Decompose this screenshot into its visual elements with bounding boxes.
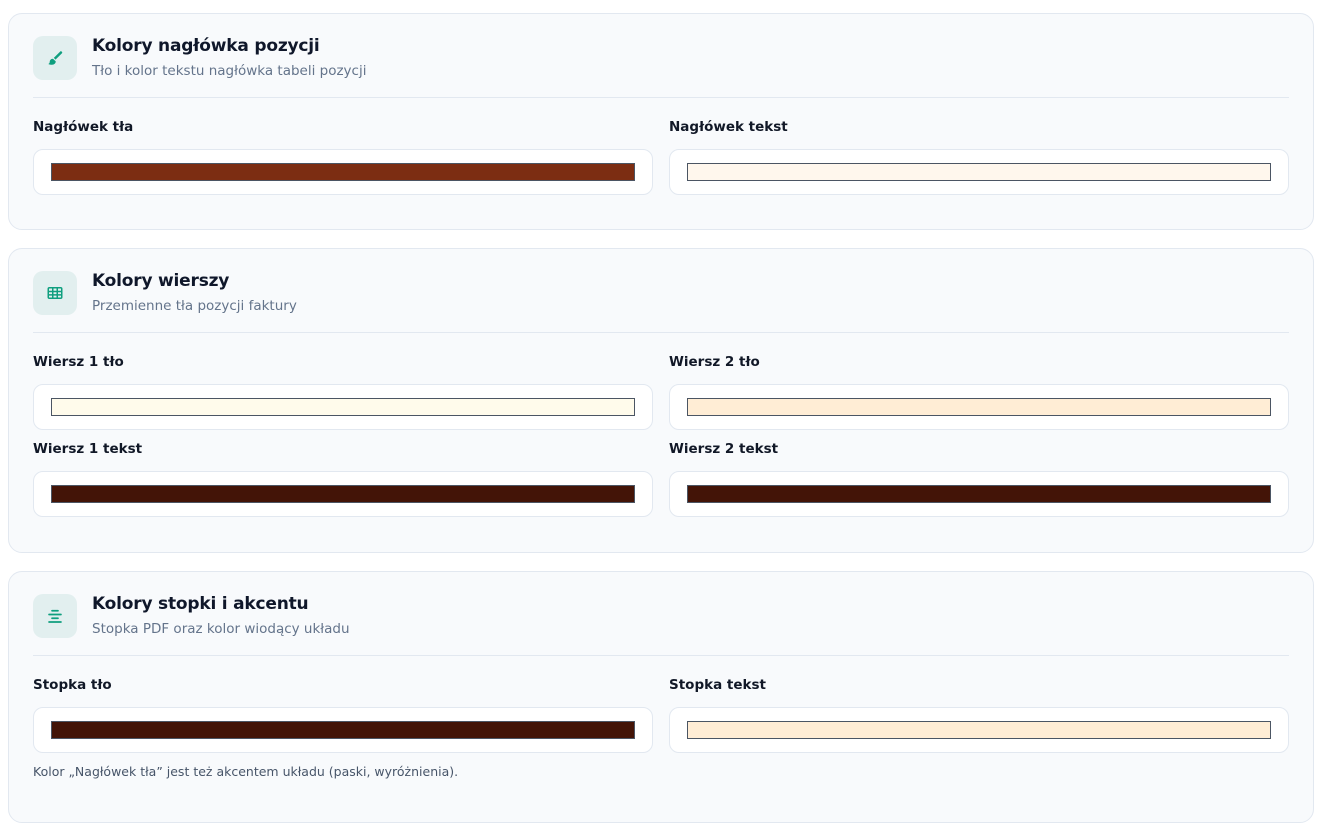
color-picker-naglowek-tekst[interactable] (669, 149, 1289, 195)
field-label: Nagłówek tła (33, 119, 134, 135)
color-swatch (51, 721, 635, 739)
section-title: Kolory nagłówka pozycji (92, 36, 320, 56)
paintbrush-icon (33, 36, 77, 80)
color-swatch (687, 485, 1271, 503)
field-label: Stopka tło (33, 677, 112, 693)
field-label: Nagłówek tekst (669, 119, 788, 135)
section-footer-colors: Kolory stopki i akcentu Stopka PDF oraz … (8, 571, 1314, 823)
section-header: Kolory stopki i akcentu Stopka PDF oraz … (33, 594, 1289, 656)
section-subtitle: Stopka PDF oraz kolor wiodący układu (92, 621, 350, 637)
section-header-colors: Kolory nagłówka pozycji Tło i kolor teks… (8, 13, 1314, 230)
section-subtitle: Tło i kolor tekstu nagłówka tabeli pozyc… (92, 63, 367, 79)
color-picker-stopka-tekst[interactable] (669, 707, 1289, 753)
section-row-colors: Kolory wierszy Przemienne tła pozycji fa… (8, 248, 1314, 553)
color-picker-wiersz-2-tekst[interactable] (669, 471, 1289, 517)
align-center-icon (33, 594, 77, 638)
color-swatch (687, 163, 1271, 181)
field-label: Stopka tekst (669, 677, 766, 693)
color-swatch (687, 398, 1271, 416)
color-picker-stopka-tlo[interactable] (33, 707, 653, 753)
section-header: Kolory wierszy Przemienne tła pozycji fa… (33, 271, 1289, 333)
color-swatch (51, 163, 635, 181)
section-subtitle: Przemienne tła pozycji faktury (92, 298, 297, 314)
color-picker-wiersz-1-tekst[interactable] (33, 471, 653, 517)
field-label: Wiersz 1 tło (33, 354, 124, 370)
accent-note: Kolor „Nagłówek tła” jest też akcentem u… (33, 764, 459, 779)
color-picker-wiersz-1-tlo[interactable] (33, 384, 653, 430)
section-title: Kolory wierszy (92, 271, 230, 291)
field-label: Wiersz 2 tekst (669, 441, 779, 457)
color-swatch (51, 485, 635, 503)
field-label: Wiersz 1 tekst (33, 441, 143, 457)
table-icon (33, 271, 77, 315)
field-label: Wiersz 2 tło (669, 354, 760, 370)
section-header: Kolory nagłówka pozycji Tło i kolor teks… (33, 36, 1289, 98)
color-picker-naglowek-tla[interactable] (33, 149, 653, 195)
color-picker-wiersz-2-tlo[interactable] (669, 384, 1289, 430)
section-title: Kolory stopki i akcentu (92, 594, 309, 614)
color-swatch (687, 721, 1271, 739)
color-swatch (51, 398, 635, 416)
